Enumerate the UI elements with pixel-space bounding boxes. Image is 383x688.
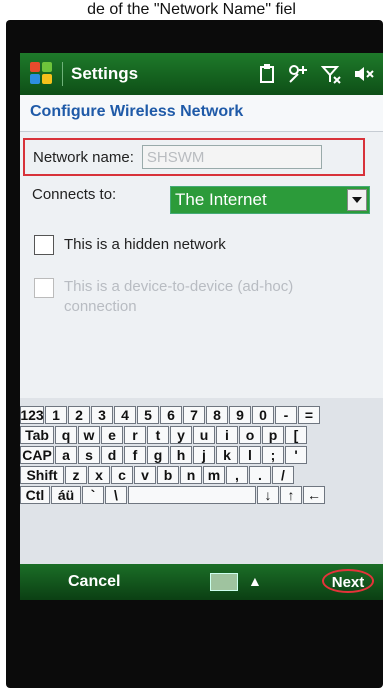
key[interactable]: l — [239, 446, 261, 464]
key[interactable]: b — [157, 466, 179, 484]
keyboard-icon[interactable] — [210, 573, 238, 591]
key[interactable]: 6 — [160, 406, 182, 424]
keyboard-row-2: Tab q w e r t y u i o p[ — [20, 426, 308, 446]
key[interactable]: k — [216, 446, 238, 464]
key[interactable] — [128, 486, 256, 504]
adhoc-checkbox[interactable] — [34, 278, 54, 298]
network-name-label: Network name: — [33, 148, 134, 166]
key[interactable]: i — [216, 426, 238, 444]
data-connection-icon[interactable] — [287, 64, 309, 84]
key[interactable]: w — [78, 426, 100, 444]
hidden-network-label: This is a hidden network — [64, 236, 226, 253]
key[interactable]: CAP — [20, 446, 54, 464]
softkey-bar: Cancel ▲ Next — [20, 564, 383, 600]
status-icons — [259, 64, 375, 84]
key[interactable]: Shift — [20, 466, 64, 484]
key[interactable]: 9 — [229, 406, 251, 424]
key[interactable]: = — [298, 406, 320, 424]
adhoc-label-line2: connection — [64, 298, 137, 315]
key[interactable]: a — [55, 446, 77, 464]
key[interactable]: ↓ — [257, 486, 279, 504]
key[interactable]: 0 — [252, 406, 274, 424]
dropdown-arrow-icon[interactable] — [347, 189, 367, 211]
key[interactable]: . — [249, 466, 271, 484]
key[interactable]: , — [226, 466, 248, 484]
key[interactable]: q — [55, 426, 77, 444]
input-menu-arrow-icon[interactable]: ▲ — [248, 573, 262, 589]
key[interactable]: ; — [262, 446, 284, 464]
key[interactable]: / — [272, 466, 294, 484]
key[interactable]: e — [101, 426, 123, 444]
adhoc-label-line1: This is a device-to-device (ad-hoc) — [64, 278, 294, 295]
key[interactable]: ↑ — [280, 486, 302, 504]
keyboard-row-5: Ctl áü ` \ ↓ ↑ ← — [20, 486, 326, 506]
key[interactable]: ← — [303, 486, 325, 504]
key[interactable]: 1 — [45, 406, 67, 424]
key[interactable]: ` — [82, 486, 104, 504]
key[interactable]: d — [101, 446, 123, 464]
connects-to-label: Connects to: — [32, 186, 117, 203]
key[interactable]: u — [193, 426, 215, 444]
network-name-input[interactable]: SHSWM — [141, 145, 322, 169]
key[interactable]: - — [275, 406, 297, 424]
title-separator — [62, 62, 63, 86]
key[interactable]: g — [147, 446, 169, 464]
key[interactable]: h — [170, 446, 192, 464]
key[interactable]: \ — [105, 486, 127, 504]
connectivity-icon[interactable] — [259, 64, 275, 84]
key[interactable]: ' — [285, 446, 307, 464]
page-header: Configure Wireless Network — [20, 95, 383, 132]
page-title: Configure Wireless Network — [30, 103, 244, 120]
keyboard-row-4: Shift z x c v b n m,. / — [20, 466, 295, 486]
key[interactable]: f — [124, 446, 146, 464]
key[interactable]: o — [239, 426, 261, 444]
soft-keyboard: 123 1 2 3 4 5 6 7 8 9 0- = Tab q w e r t y u i o p[ CAP a s d f g h… — [20, 398, 383, 564]
key[interactable]: t — [147, 426, 169, 444]
network-name-row: Network name: SHSWM — [23, 138, 365, 176]
volume-mute-icon[interactable] — [353, 64, 375, 84]
windows-start-icon[interactable] — [30, 62, 54, 86]
key[interactable]: Tab — [20, 426, 54, 444]
key[interactable]: m — [203, 466, 225, 484]
phone-screen: Settings Configure Wireless Network Netw — [20, 53, 383, 600]
keyboard-row-1: 123 1 2 3 4 5 6 7 8 9 0- = — [20, 406, 321, 426]
key[interactable]: Ctl — [20, 486, 50, 504]
key[interactable]: p — [262, 426, 284, 444]
key[interactable]: [ — [285, 426, 307, 444]
key[interactable]: r — [124, 426, 146, 444]
key[interactable]: x — [88, 466, 110, 484]
key[interactable]: 5 — [137, 406, 159, 424]
key[interactable]: 8 — [206, 406, 228, 424]
app-title: Settings — [71, 64, 139, 83]
key[interactable]: 3 — [91, 406, 113, 424]
cancel-softkey[interactable]: Cancel — [68, 573, 120, 591]
signal-icon[interactable] — [321, 64, 341, 84]
connects-to-value: The Internet — [175, 190, 267, 209]
key[interactable]: y — [170, 426, 192, 444]
key[interactable]: 123 — [20, 406, 44, 424]
connects-to-select[interactable]: The Internet — [170, 186, 370, 214]
key[interactable]: 7 — [183, 406, 205, 424]
key[interactable]: áü — [51, 486, 81, 504]
keyboard-row-3: CAP a s d f g h j k l; ' — [20, 446, 308, 466]
key[interactable]: 4 — [114, 406, 136, 424]
hidden-network-checkbox[interactable] — [34, 235, 54, 255]
key[interactable]: c — [111, 466, 133, 484]
key[interactable]: j — [193, 446, 215, 464]
next-softkey[interactable]: Next — [322, 569, 374, 593]
key[interactable]: s — [78, 446, 100, 464]
key[interactable]: z — [65, 466, 87, 484]
title-bar: Settings — [20, 53, 383, 95]
key[interactable]: 2 — [68, 406, 90, 424]
connects-to-row: Connects to: — [32, 186, 116, 203]
key[interactable]: n — [180, 466, 202, 484]
key[interactable]: v — [134, 466, 156, 484]
caption-text: de of the "Network Name" fiel — [0, 0, 383, 22]
